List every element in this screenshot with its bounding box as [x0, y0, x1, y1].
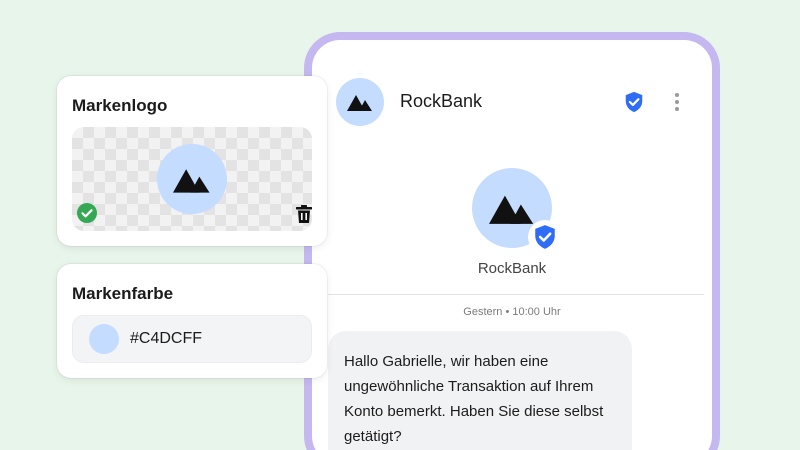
- logo-preview-circle: [157, 144, 227, 214]
- brand-color-card: Markenfarbe #C4DCFF: [57, 264, 327, 378]
- divider: [328, 294, 704, 295]
- kebab-menu-icon[interactable]: [672, 89, 682, 115]
- profile-verified-badge: [528, 220, 562, 254]
- chat-screen: RockBank RockBank Gestern • 10:00 Uhr Ha…: [312, 40, 712, 450]
- mountain-icon: [489, 195, 534, 224]
- header-title: RockBank: [400, 91, 483, 111]
- color-swatch[interactable]: [89, 324, 119, 354]
- phone-frame: RockBank RockBank Gestern • 10:00 Uhr Ha…: [304, 32, 720, 450]
- mountain-icon: [347, 95, 372, 111]
- mountain-icon: [173, 168, 210, 193]
- verified-shield-icon: [535, 225, 555, 249]
- brand-logo-card: Markenlogo: [57, 76, 327, 246]
- verified-shield-icon: [625, 91, 643, 113]
- header-avatar[interactable]: [336, 78, 384, 126]
- color-hex-value: #C4DCFF: [130, 330, 203, 347]
- message-timestamp: Gestern • 10:00 Uhr: [463, 306, 561, 318]
- brand-logo-title: Markenlogo: [72, 96, 168, 115]
- profile-name: RockBank: [477, 260, 547, 277]
- trash-icon[interactable]: [296, 205, 312, 223]
- message-bubble[interactable]: Hallo Gabrielle, wir haben eine ungewöhn…: [328, 331, 632, 450]
- logo-upload-preview[interactable]: [72, 127, 312, 231]
- brand-color-input[interactable]: #C4DCFF: [72, 315, 312, 363]
- check-circle-icon: [77, 203, 97, 223]
- brand-color-title: Markenfarbe: [72, 284, 174, 303]
